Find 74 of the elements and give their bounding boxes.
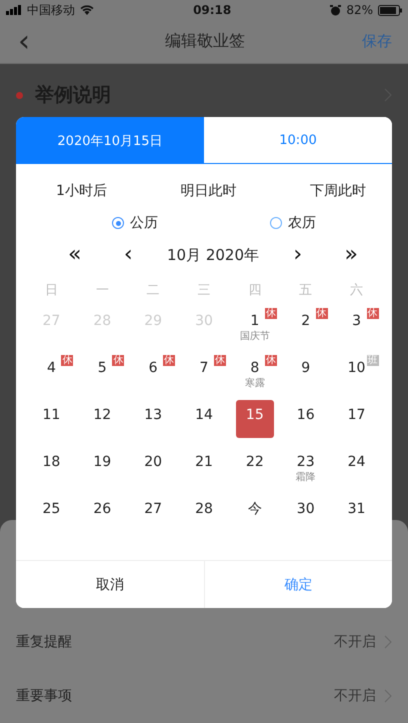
festival-label: 霜降 <box>296 473 316 483</box>
day-cell[interactable]: 26 <box>83 494 122 532</box>
day-cell[interactable]: 19 <box>83 447 122 485</box>
next-year-button[interactable]: » <box>336 244 366 266</box>
holiday-badge: 休 <box>214 355 226 366</box>
next-month-button[interactable]: › <box>285 244 310 266</box>
month-title: 10月 2020年 <box>166 246 259 264</box>
day-cell[interactable]: 28 <box>184 494 223 532</box>
festival-label: 国庆节 <box>240 332 270 342</box>
battery-percent: 82% <box>346 3 373 17</box>
day-cell[interactable]: 7 休 <box>184 353 223 391</box>
calendar-radio[interactable]: 公历 <box>108 210 162 236</box>
day-cell[interactable]: 12 <box>83 400 122 438</box>
holiday-badge: 休 <box>163 355 176 366</box>
quick-time-button[interactable]: 1小时后 <box>52 178 111 204</box>
previous-year-button[interactable]: « <box>60 244 90 266</box>
battery-icon <box>378 4 402 16</box>
chevron-icon <box>384 689 392 703</box>
holiday-badge: 休 <box>264 355 277 366</box>
page-title: 编辑敬业签 <box>164 31 246 52</box>
day-cell[interactable]: 今 <box>236 494 274 532</box>
weekday-label: 五 <box>298 282 314 300</box>
day-cell[interactable]: 4 休 <box>32 353 70 391</box>
holiday-badge: 休 <box>316 308 328 319</box>
weekday-label: 一 <box>94 282 110 300</box>
calendar-radio[interactable]: 农历 <box>266 210 320 236</box>
status-time: 09:18 <box>193 3 232 17</box>
signal-icon <box>6 5 22 15</box>
chevron-icon <box>384 635 392 649</box>
day-cell[interactable]: 31 <box>338 494 376 532</box>
day-cell[interactable]: 15 <box>236 400 274 438</box>
alarm-icon <box>330 4 342 16</box>
back-button[interactable]: ‹ <box>18 26 78 56</box>
day-cell[interactable]: 16 <box>286 400 325 438</box>
day-cell[interactable]: 13 <box>134 400 172 438</box>
day-cell[interactable]: 24 <box>338 447 376 485</box>
day-cell[interactable]: 3 休 <box>338 306 376 344</box>
weekday-label: 三 <box>196 282 212 300</box>
day-cell[interactable]: 14 <box>184 400 223 438</box>
day-cell[interactable]: 21 <box>184 447 223 485</box>
day-cell[interactable]: 17 <box>338 400 376 438</box>
picker-tab[interactable]: 2020年10月15日 <box>16 117 204 164</box>
holiday-badge: 休 <box>112 355 124 366</box>
weekday-label: 二 <box>146 282 161 300</box>
holiday-badge: 班 <box>366 355 379 366</box>
day-cell[interactable]: 9 <box>286 353 325 391</box>
holiday-badge: 休 <box>264 308 277 319</box>
wifi-icon <box>80 5 94 15</box>
carrier-name: 中国移动 <box>27 2 75 18</box>
day-cell[interactable]: 11 <box>32 400 70 438</box>
day-cell[interactable]: 25 <box>32 494 70 532</box>
setting-label: 重要事项 <box>16 687 72 705</box>
holiday-badge: 休 <box>61 355 74 366</box>
day-cell[interactable]: 20 <box>134 447 172 485</box>
picker-tab[interactable]: 10:00 <box>204 117 392 164</box>
day-cell[interactable]: 5 休 <box>83 353 122 391</box>
quick-time-button[interactable]: 下周此时 <box>306 178 370 204</box>
festival-label: 寒露 <box>244 379 265 389</box>
day-cell[interactable]: 1 休 国庆节 <box>236 306 274 344</box>
day-cell[interactable]: 27 <box>134 494 172 532</box>
day-cell[interactable]: 30 <box>286 494 325 532</box>
weekday-label: 日 <box>44 282 59 300</box>
day-cell[interactable]: 18 <box>32 447 70 485</box>
day-cell[interactable]: 23 霜降 <box>286 447 325 485</box>
day-cell[interactable]: 6 休 <box>134 353 172 391</box>
setting-label: 重复提醒 <box>16 633 72 651</box>
weekday-label: 六 <box>349 282 364 300</box>
day-cell[interactable]: 8 休 寒露 <box>236 353 274 391</box>
day-cell[interactable]: 22 <box>236 447 274 485</box>
holiday-badge: 休 <box>366 308 379 319</box>
day-cell[interactable]: 2 休 <box>286 306 325 344</box>
quick-time-button[interactable]: 明日此时 <box>176 178 240 204</box>
weekday-label: 四 <box>247 282 262 300</box>
previous-month-button[interactable]: ‹ <box>116 244 141 266</box>
